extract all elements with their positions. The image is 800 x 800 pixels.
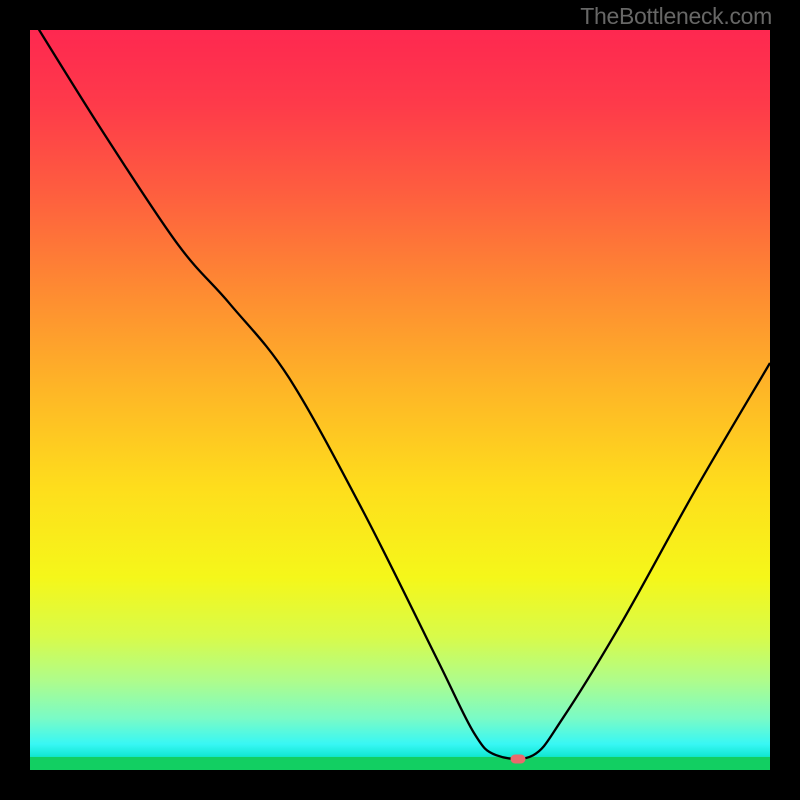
optimal-point-marker [511, 754, 526, 763]
plot-area [30, 30, 770, 770]
chart-container: TheBottleneck.com [0, 0, 800, 800]
watermark-text: TheBottleneck.com [580, 3, 772, 30]
bottleneck-curve-line [30, 30, 770, 770]
